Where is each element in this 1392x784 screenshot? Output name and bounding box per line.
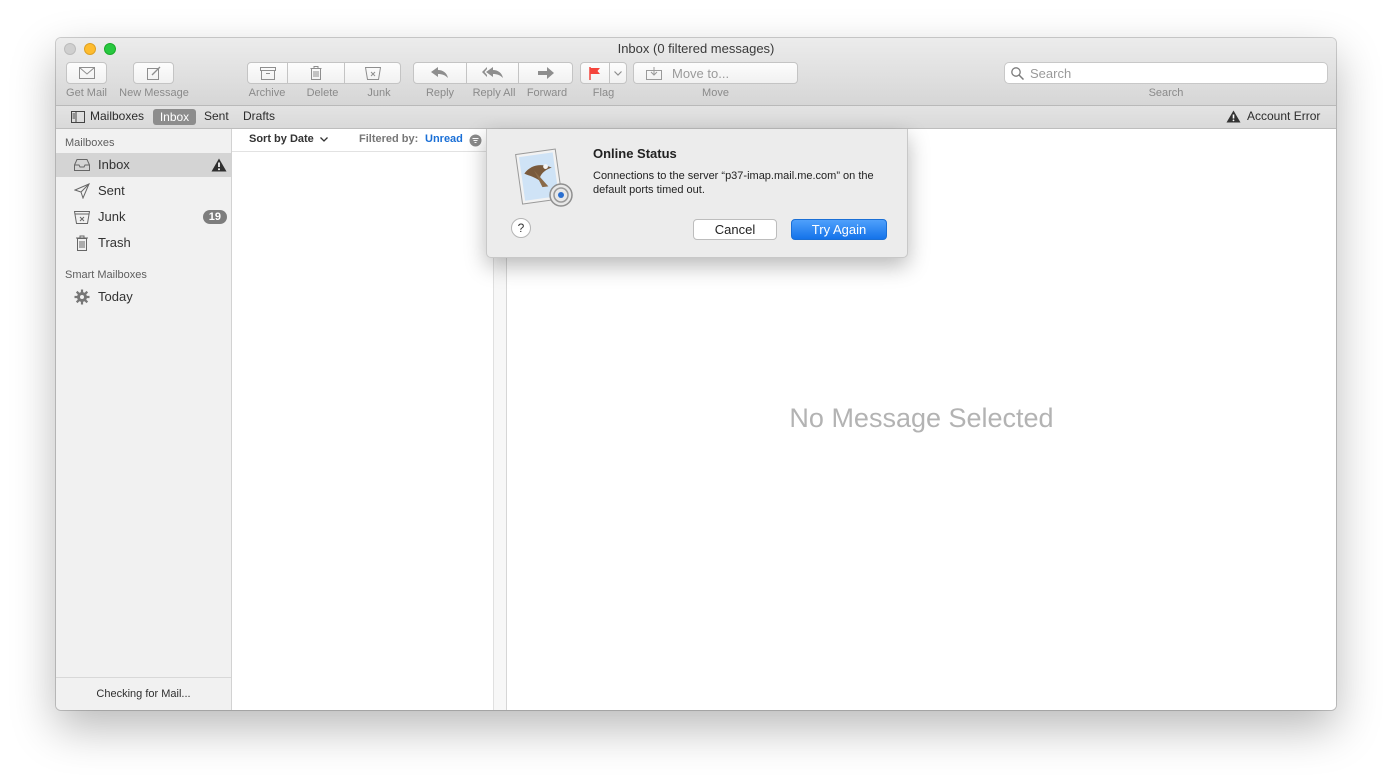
message-list: Sort by Date Filtered by: Unread xyxy=(232,129,493,710)
move-to-mailbox-icon xyxy=(646,66,662,80)
junk-label: Junk xyxy=(367,87,391,99)
forward-label: Forward xyxy=(526,87,568,99)
flag-button[interactable] xyxy=(580,62,610,84)
favorites-inbox[interactable]: Inbox xyxy=(153,109,196,125)
toolbar: Inbox (0 filtered messages) Get Mail New… xyxy=(56,38,1336,106)
forward-arrow-icon xyxy=(537,67,554,79)
no-message-selected: No Message Selected xyxy=(789,403,1054,433)
get-mail-button[interactable] xyxy=(66,62,107,84)
new-message-button[interactable] xyxy=(133,62,174,84)
smart-mailboxes-header: Smart Mailboxes xyxy=(65,269,147,281)
delete-button[interactable] xyxy=(288,62,345,84)
reply-arrow-icon xyxy=(431,67,448,78)
filter-value[interactable]: Unread xyxy=(425,133,463,145)
sidebar-item-trash[interactable]: Trash xyxy=(56,231,231,255)
trash-icon xyxy=(76,235,88,251)
window-title: Inbox (0 filtered messages) xyxy=(617,41,775,56)
sidebar-item-today[interactable]: Today xyxy=(56,285,231,309)
reply-button[interactable] xyxy=(413,62,467,84)
reply-all-button[interactable] xyxy=(467,62,519,84)
flag-label: Flag xyxy=(592,87,615,99)
inbox-icon xyxy=(74,159,90,171)
sort-by-button[interactable]: Sort by Date xyxy=(249,133,328,145)
move-label: Move xyxy=(702,87,729,99)
junk-tray-icon xyxy=(364,66,381,80)
sidebar-item-inbox[interactable]: Inbox xyxy=(56,153,231,177)
gear-icon xyxy=(74,289,90,305)
dialog-title: Online Status xyxy=(593,146,677,161)
junk-button[interactable] xyxy=(345,62,401,84)
search-icon xyxy=(1011,66,1024,80)
envelope-icon xyxy=(78,67,95,79)
mail-app-icon xyxy=(515,148,573,207)
chevron-down-icon xyxy=(614,70,622,76)
chevron-down-icon xyxy=(319,137,328,142)
sidebar-item-junk[interactable]: Junk 19 xyxy=(56,205,231,229)
unread-count-badge: 19 xyxy=(202,210,227,224)
dialog-message: Connections to the server “p37-imap.mail… xyxy=(593,170,874,196)
favorites-mailboxes[interactable]: Mailboxes xyxy=(90,109,144,123)
archive-label: Archive xyxy=(248,87,286,99)
sidebar-item-label: Sent xyxy=(98,183,125,198)
reply-group xyxy=(413,62,573,84)
trash-icon xyxy=(310,66,322,80)
move-to-button[interactable]: Move to... xyxy=(633,62,798,84)
paper-plane-icon xyxy=(74,183,90,199)
filtered-by-label: Filtered by: xyxy=(359,133,419,145)
warning-icon[interactable] xyxy=(1226,110,1241,123)
move-to-label: Move to... xyxy=(672,65,730,81)
search-field[interactable]: Search xyxy=(1004,62,1328,84)
archive-delete-junk-group xyxy=(247,62,401,84)
account-error-label[interactable]: Account Error xyxy=(1247,109,1320,123)
flag-group xyxy=(580,62,627,84)
delete-label: Delete xyxy=(306,87,339,99)
new-message-label: New Message xyxy=(119,87,189,99)
flag-icon xyxy=(589,66,600,80)
favorites-sent[interactable]: Sent xyxy=(204,109,229,123)
online-status-dialog: Online Status Connections to the server … xyxy=(486,129,908,258)
junk-tray-icon xyxy=(74,211,90,224)
sidebar-toggle-icon[interactable] xyxy=(71,111,85,123)
flag-dropdown-button[interactable] xyxy=(610,62,627,84)
activity-status: Checking for Mail... xyxy=(56,677,231,710)
reply-label: Reply xyxy=(425,87,455,99)
help-button[interactable]: ? xyxy=(511,218,531,238)
reply-all-arrow-icon xyxy=(481,67,503,78)
cancel-button[interactable]: Cancel xyxy=(693,219,777,240)
reply-all-label: Reply All xyxy=(472,87,516,99)
forward-button[interactable] xyxy=(519,62,573,84)
filter-icon[interactable] xyxy=(469,134,482,147)
get-mail-label: Get Mail xyxy=(66,87,107,99)
sort-label: Sort by Date xyxy=(249,133,314,145)
sidebar-item-sent[interactable]: Sent xyxy=(56,179,231,203)
message-list-header: Sort by Date Filtered by: Unread xyxy=(232,129,493,152)
favorites-bar: Mailboxes Inbox Sent Drafts Account Erro… xyxy=(56,106,1336,129)
sidebar-item-label: Trash xyxy=(98,235,131,250)
sidebar-item-label: Junk xyxy=(98,209,126,224)
sidebar-item-label: Inbox xyxy=(98,157,130,172)
favorites-drafts[interactable]: Drafts xyxy=(243,109,275,123)
warning-icon[interactable] xyxy=(211,158,227,172)
archive-button[interactable] xyxy=(247,62,288,84)
try-again-button[interactable]: Try Again xyxy=(791,219,887,240)
archive-box-icon xyxy=(259,66,276,80)
search-label: Search xyxy=(1148,87,1184,99)
sidebar-item-label: Today xyxy=(98,289,133,304)
mailboxes-header: Mailboxes xyxy=(65,137,115,149)
compose-icon xyxy=(146,66,160,80)
mailbox-sidebar: Mailboxes Inbox Sent Junk 19 Trash Smart… xyxy=(56,129,232,710)
search-input[interactable]: Search xyxy=(1030,66,1071,81)
mail-window: Inbox (0 filtered messages) Get Mail New… xyxy=(56,38,1336,710)
